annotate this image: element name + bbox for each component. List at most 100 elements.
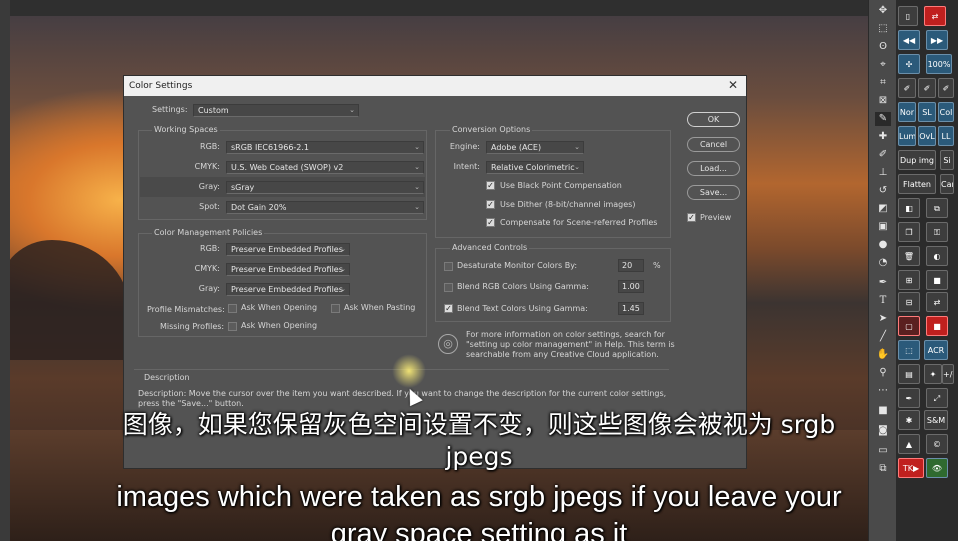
dup-img-button[interactable]: Dup img <box>898 150 936 170</box>
ll-button[interactable]: LL <box>938 126 954 146</box>
zoom-tool-icon[interactable]: ⚲ <box>875 366 891 380</box>
red-square-button[interactable]: ■ <box>926 316 948 336</box>
rewind-icon: ◀◀ <box>902 36 916 45</box>
blend-text-input[interactable]: 1.45 <box>618 302 644 315</box>
copy-icon: ❐ <box>905 228 913 237</box>
lum-button[interactable]: Lum <box>898 126 916 146</box>
history-brush-icon[interactable]: ↺ <box>875 184 891 198</box>
plus-minus-button[interactable]: +/- <box>942 364 954 384</box>
brush-white-button[interactable]: ✐ <box>918 78 936 98</box>
compensate-checkbox[interactable]: ✓ <box>486 218 495 227</box>
ovl-button[interactable]: OvL <box>918 126 936 146</box>
forward-button[interactable]: ▶▶ <box>926 30 948 50</box>
can-button[interactable]: Can <box>940 174 954 194</box>
blur-tool-icon[interactable]: ● <box>875 238 891 252</box>
stamp-tool-icon[interactable]: ⊥ <box>875 166 891 180</box>
merge-button[interactable]: ⊞ <box>898 270 920 290</box>
info-line-3: searchable from any Creative Cloud appli… <box>466 350 659 359</box>
eyedropper-tool-icon[interactable]: ✎ <box>875 112 891 126</box>
cmp-cmyk-dropdown[interactable]: Preserve Embedded Profiles ⌄ <box>226 263 350 276</box>
cmp-rgb-dropdown[interactable]: Preserve Embedded Profiles ⌄ <box>226 243 350 256</box>
hand-tool-icon[interactable]: ✋ <box>875 348 891 362</box>
blend-text-checkbox[interactable]: ✓ <box>444 304 453 313</box>
save-button[interactable]: Save... <box>687 185 740 200</box>
blend-rgb-input[interactable]: 1.00 <box>618 280 644 293</box>
marquee-tool-icon[interactable]: ⬚ <box>875 22 891 36</box>
missing-ask-opening-label: Ask When Opening <box>241 321 318 330</box>
eraser-tool-icon[interactable]: ◩ <box>875 202 891 216</box>
group-button[interactable]: ⧉ <box>926 198 948 218</box>
preview-checkbox[interactable]: ✓ <box>687 213 696 222</box>
path-select-icon[interactable]: ➤ <box>875 312 891 326</box>
black-layer-button[interactable]: ■ <box>926 270 948 290</box>
missing-ask-opening-checkbox[interactable] <box>228 322 237 331</box>
forward-icon: ▶▶ <box>930 36 944 45</box>
shape-tool-icon[interactable]: ╱ <box>875 330 891 344</box>
quick-select-tool-icon[interactable]: ⌖ <box>875 58 891 72</box>
dither-checkbox[interactable]: ✓ <box>486 200 495 209</box>
ws-cmyk-dropdown[interactable]: U.S. Web Coated (SWOP) v2 ⌄ <box>226 161 424 174</box>
resize-icon: ⤢ <box>933 394 941 403</box>
brush-green-button[interactable]: ✐ <box>938 78 954 98</box>
copy-layer-button[interactable]: ❐ <box>898 222 920 242</box>
flatten-button[interactable]: Flatten <box>898 174 936 194</box>
lock-icon: ⚿ <box>933 228 941 237</box>
ws-rgb-dropdown[interactable]: sRGB IEC61966-2.1 ⌄ <box>226 141 424 154</box>
cancel-button[interactable]: Cancel <box>687 137 740 152</box>
red-action-button[interactable]: ⇄ <box>924 6 946 26</box>
sl-button[interactable]: SL <box>918 102 936 122</box>
col-button[interactable]: Col <box>938 102 954 122</box>
engine-dropdown[interactable]: Adobe (ACE) ⌄ <box>486 141 584 154</box>
layer-mask-button[interactable]: ◧ <box>898 198 920 218</box>
brush-icon: ✐ <box>903 84 911 93</box>
description-heading: Description <box>144 373 190 382</box>
crop-tool-icon[interactable]: ⌗ <box>875 76 891 90</box>
lock-button[interactable]: ⚿ <box>926 222 948 242</box>
ws-gray-dropdown[interactable]: sGray ⌄ <box>226 181 424 194</box>
engine-label: Engine: <box>449 142 480 151</box>
dodge-tool-icon[interactable]: ◔ <box>875 256 891 270</box>
desaturate-checkbox[interactable] <box>444 262 453 271</box>
si-button[interactable]: Si <box>940 150 954 170</box>
red-outline-button[interactable]: ▢ <box>898 316 920 336</box>
type-tool-icon[interactable]: T <box>875 294 891 308</box>
calc-button[interactable]: ⊟ <box>898 292 920 312</box>
lasso-tool-icon[interactable]: ʘ <box>875 40 891 54</box>
brush-black-button[interactable]: ✐ <box>898 78 916 98</box>
policies-heading: Color Management Policies <box>152 228 265 237</box>
zoom-100-button[interactable]: 100% <box>926 54 952 74</box>
more-tools-icon[interactable]: ⋯ <box>875 384 891 398</box>
merge-icon: ⊞ <box>905 276 913 285</box>
intent-dropdown[interactable]: Relative Colorimetric ⌄ <box>486 161 584 174</box>
cmp-gray-dropdown[interactable]: Preserve Embedded Profiles ⌄ <box>226 283 350 296</box>
delete-button[interactable]: 🗑 <box>898 246 920 266</box>
normal-blend-button[interactable]: Nor <box>898 102 916 122</box>
new-doc-button[interactable]: ▯ <box>898 6 918 26</box>
note-button[interactable]: ▤ <box>898 364 920 384</box>
swap-layers-button[interactable]: ⇄ <box>926 292 948 312</box>
healing-tool-icon[interactable]: ✚ <box>875 130 891 144</box>
blend-rgb-checkbox[interactable] <box>444 283 453 292</box>
transform-button[interactable]: ⬚ <box>898 340 920 360</box>
swap-icon: ⇄ <box>933 298 941 307</box>
close-icon[interactable]: ✕ <box>726 78 740 92</box>
ws-spot-dropdown[interactable]: Dot Gain 20% ⌄ <box>226 201 424 214</box>
brush-tool-icon[interactable]: ✐ <box>875 148 891 162</box>
desaturate-input[interactable]: 20 <box>618 259 644 272</box>
compensate-label: Compensate for Scene-referred Profiles <box>500 218 658 227</box>
pen-tool-icon[interactable]: ✒ <box>875 276 891 290</box>
settings-dropdown[interactable]: Custom ⌄ <box>193 104 359 117</box>
frame-tool-icon[interactable]: ⊠ <box>875 94 891 108</box>
acr-button[interactable]: ACR <box>924 340 948 360</box>
load-button[interactable]: Load... <box>687 161 740 176</box>
move-tool-icon[interactable]: ✥ <box>875 4 891 18</box>
gradient-tool-icon[interactable]: ▣ <box>875 220 891 234</box>
adjust-button[interactable]: ◐ <box>926 246 948 266</box>
fit-button[interactable]: ✣ <box>898 54 920 74</box>
sparkle-button[interactable]: ✦ <box>924 364 942 384</box>
ask-opening-checkbox[interactable] <box>228 304 237 313</box>
ask-pasting-checkbox[interactable] <box>331 304 340 313</box>
ok-button[interactable]: OK <box>687 112 740 127</box>
bpc-checkbox[interactable]: ✓ <box>486 181 495 190</box>
rewind-button[interactable]: ◀◀ <box>898 30 920 50</box>
